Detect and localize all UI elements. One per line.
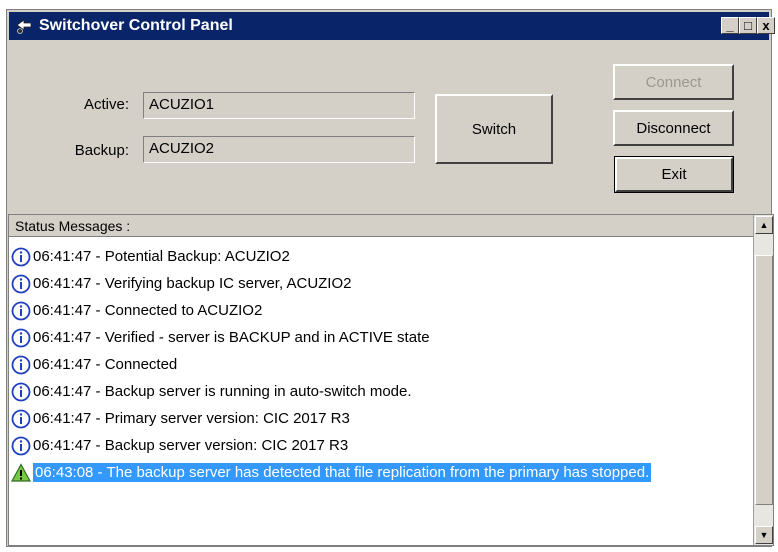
status-messages-header: Status Messages :	[9, 215, 753, 237]
info-icon	[11, 328, 31, 347]
status-message-list[interactable]: 06:41:47 - Potential Backup: ACUZIO2 06:…	[11, 243, 751, 486]
status-message-text: 06:41:47 - Connected	[33, 356, 178, 373]
status-message[interactable]: 06:41:47 - Verifying backup IC server, A…	[11, 270, 751, 297]
close-button[interactable]: x	[757, 17, 775, 34]
backup-label: Backup:	[74, 142, 129, 159]
disconnect-button[interactable]: Disconnect	[613, 110, 734, 146]
info-icon	[11, 382, 31, 401]
status-message-text: 06:41:47 - Backup server is running in a…	[33, 383, 412, 400]
scroll-down-button[interactable]: ▼	[755, 526, 773, 544]
status-message-text: 06:41:47 - Potential Backup: ACUZIO2	[33, 248, 290, 265]
status-message-text: 06:43:08 - The backup server has detecte…	[33, 463, 652, 482]
status-message[interactable]: 06:41:47 - Connected	[11, 351, 751, 378]
status-message-text: 06:41:47 - Verifying backup IC server, A…	[33, 275, 352, 292]
scroll-up-button[interactable]: ▲	[755, 216, 773, 234]
status-message-selected[interactable]: 06:43:08 - The backup server has detecte…	[11, 459, 751, 486]
title-bar[interactable]: Switchover Control Panel _ □ x	[9, 12, 775, 40]
status-scrollbar[interactable]: ▲ ▼	[753, 215, 773, 545]
exit-button[interactable]: Exit	[614, 156, 734, 193]
status-message[interactable]: 06:41:47 - Verified - server is BACKUP a…	[11, 324, 751, 351]
status-message[interactable]: 06:41:47 - Connected to ACUZIO2	[11, 297, 751, 324]
info-icon	[11, 247, 31, 266]
active-server-field: ACUZIO1	[143, 92, 415, 119]
network-switch-icon	[16, 19, 32, 34]
switch-button[interactable]: Switch	[435, 94, 553, 164]
info-icon	[11, 436, 31, 455]
status-message[interactable]: 06:41:47 - Primary server version: CIC 2…	[11, 405, 751, 432]
info-icon	[11, 274, 31, 293]
backup-server-field: ACUZIO2	[143, 136, 415, 163]
status-message-text: 06:41:47 - Connected to ACUZIO2	[33, 302, 263, 319]
status-message[interactable]: 06:41:47 - Backup server is running in a…	[11, 378, 751, 405]
status-message[interactable]: 06:41:47 - Potential Backup: ACUZIO2	[11, 243, 751, 270]
minimize-button[interactable]: _	[721, 17, 739, 34]
active-label: Active:	[83, 96, 129, 113]
info-icon	[11, 409, 31, 428]
warning-icon	[11, 462, 31, 482]
connect-button[interactable]: Connect	[613, 64, 734, 100]
status-message-text: 06:41:47 - Backup server version: CIC 20…	[33, 437, 349, 454]
status-messages-pane[interactable]: Status Messages : 06:41:47 - Potential B…	[8, 214, 774, 546]
info-icon	[11, 355, 31, 374]
status-message[interactable]: 06:41:47 - Backup server version: CIC 20…	[11, 432, 751, 459]
info-icon	[11, 301, 31, 320]
status-message-text: 06:41:47 - Verified - server is BACKUP a…	[33, 329, 430, 346]
maximize-button[interactable]: □	[739, 17, 757, 34]
window-title: Switchover Control Panel	[39, 17, 233, 34]
status-message-text: 06:41:47 - Primary server version: CIC 2…	[33, 410, 350, 427]
scroll-thumb[interactable]	[755, 255, 773, 505]
